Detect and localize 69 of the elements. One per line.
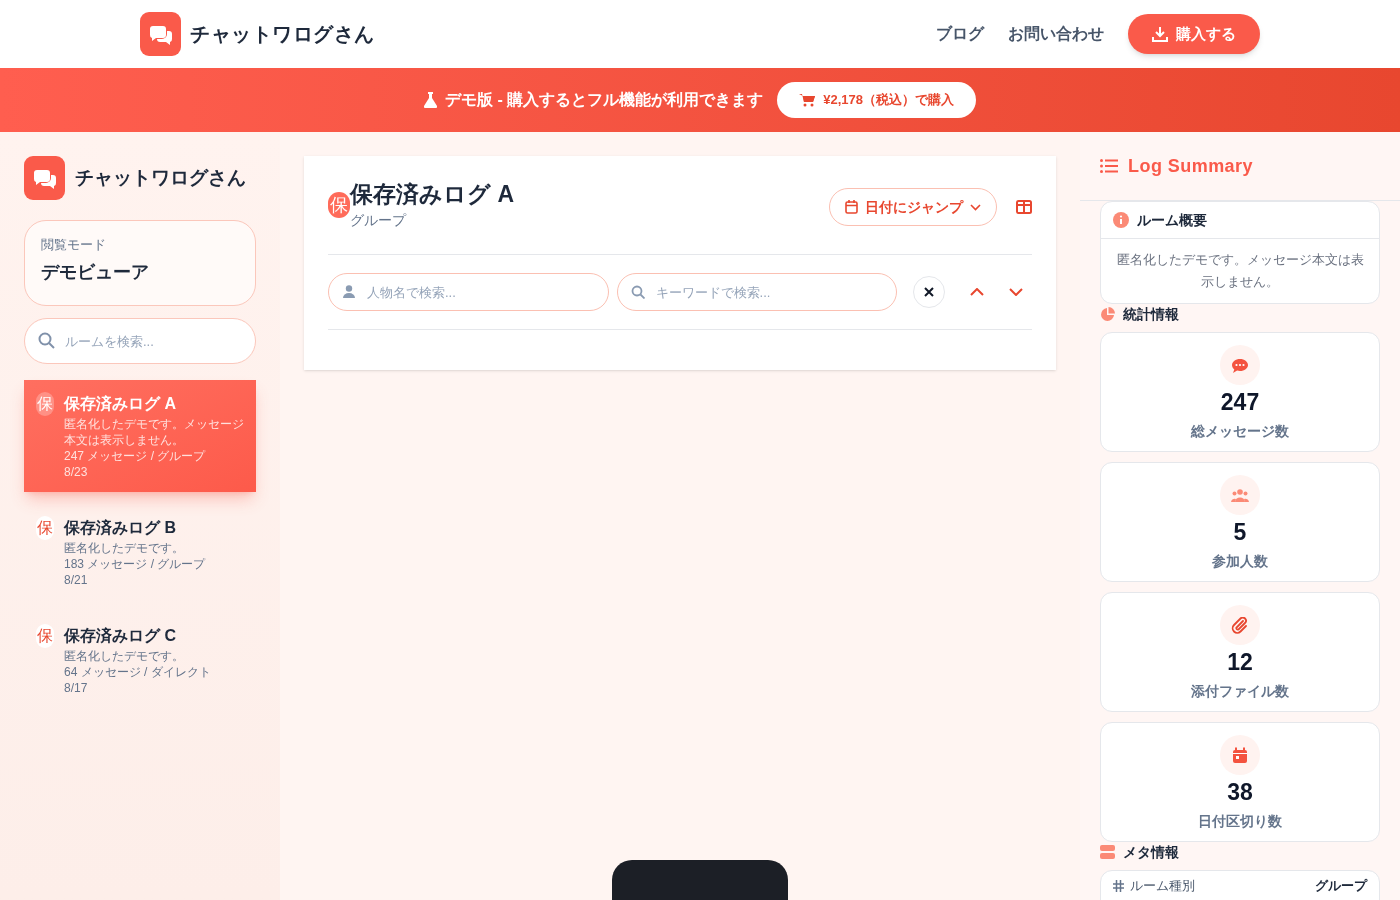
stat-value: 12: [1227, 648, 1253, 677]
mode-value: デモビューア: [41, 260, 150, 284]
stat-value: 5: [1233, 518, 1247, 547]
room-date: 8/17: [64, 680, 89, 696]
purchase-button[interactable]: ¥2,178（税込）で購入: [777, 82, 976, 118]
summary-title: Log Summary: [1128, 154, 1253, 178]
room-description: 匿名化したデモです。: [64, 648, 185, 664]
room-date: 8/21: [64, 572, 89, 588]
calendar-icon: [1231, 746, 1249, 764]
room-item[interactable]: 保 保存済みログ C 匿名化したデモです。 64 メッセージ / ダイレクト 8/17: [24, 612, 256, 708]
chevron-down-icon: [1009, 288, 1024, 296]
room-search-field[interactable]: ルームを検索...: [24, 318, 256, 364]
list-icon: [1100, 159, 1118, 173]
room-date: 8/23: [64, 464, 89, 480]
stat-label: 日付区切り数: [1198, 812, 1282, 831]
cart-icon: [799, 93, 816, 107]
hash-icon: [1113, 879, 1124, 892]
room-badge: 保: [36, 392, 54, 416]
stat-value: 38: [1227, 778, 1253, 807]
room-badge: 保: [328, 192, 350, 218]
app-name: チャットワログさん: [75, 165, 246, 190]
person-icon: [343, 285, 355, 298]
search-icon: [630, 285, 645, 299]
room-meta: 183 メッセージ / グループ: [64, 556, 207, 572]
meta-heading: メタ情報: [1123, 842, 1179, 862]
room-item[interactable]: 保 保存済みログ B 匿名化したデモです。 183 メッセージ / グループ 8/21: [24, 504, 256, 600]
columns-icon[interactable]: [1016, 200, 1032, 214]
pie-chart-icon: [1100, 306, 1115, 322]
person-search-field[interactable]: 人物名で検索...: [328, 273, 609, 311]
paperclip-icon: [1231, 616, 1249, 634]
stat-label: 参加人数: [1212, 552, 1268, 571]
search-icon: [38, 332, 55, 349]
chevron-up-icon: [969, 288, 984, 296]
room-meta: 64 メッセージ / ダイレクト: [64, 664, 212, 680]
stats-heading: 統計情報: [1123, 304, 1179, 324]
flask-icon: [424, 92, 437, 108]
calendar-icon: [845, 200, 858, 214]
speech-bubble-icon: [1231, 356, 1249, 374]
room-meta: 247 メッセージ / グループ: [64, 448, 207, 464]
server-icon: [1100, 845, 1115, 859]
nav-link[interactable]: お問い合わせ: [1008, 22, 1104, 46]
room-badge: 保: [36, 516, 54, 540]
logo-icon: [140, 12, 181, 56]
room-title: 保存済みログ A: [350, 180, 514, 209]
stat-label: 総メッセージ数: [1191, 422, 1289, 441]
keyword-search-field[interactable]: キーワードで検索...: [616, 273, 898, 311]
caret-icon: [970, 203, 981, 211]
download-icon: [1152, 26, 1168, 42]
banner-text: デモ版 - 購入するとフル機能が利用できます: [445, 90, 764, 110]
room-description: 匿名化したデモです。メッセージ本文は表示しません。: [64, 416, 244, 448]
room-title: 保存済みログ C: [64, 626, 177, 646]
room-type: グループ: [350, 211, 408, 230]
logo-text: チャットワログさん: [190, 22, 375, 47]
stat-value: 247: [1220, 388, 1260, 417]
close-icon: [923, 287, 934, 297]
room-badge: 保: [36, 624, 54, 648]
people-icon: [1231, 486, 1249, 504]
overview-heading: ルーム概要: [1137, 210, 1207, 230]
meta-value: グループ: [1315, 877, 1367, 895]
room-description: 匿名化したデモです。: [64, 540, 185, 556]
nav-link[interactable]: ブログ: [936, 22, 984, 46]
room-title: 保存済みログ A: [64, 394, 177, 414]
overview-text: 匿名化したデモです。メッセージ本文は表示しません。: [1115, 251, 1365, 291]
stat-label: 添付ファイル数: [1191, 682, 1289, 701]
room-title: 保存済みログ B: [64, 518, 177, 538]
logo-icon: [24, 156, 65, 200]
info-icon: [1113, 212, 1129, 228]
meta-label: ルーム種別: [1130, 877, 1196, 895]
mode-label: 閲覧モード: [41, 236, 107, 254]
